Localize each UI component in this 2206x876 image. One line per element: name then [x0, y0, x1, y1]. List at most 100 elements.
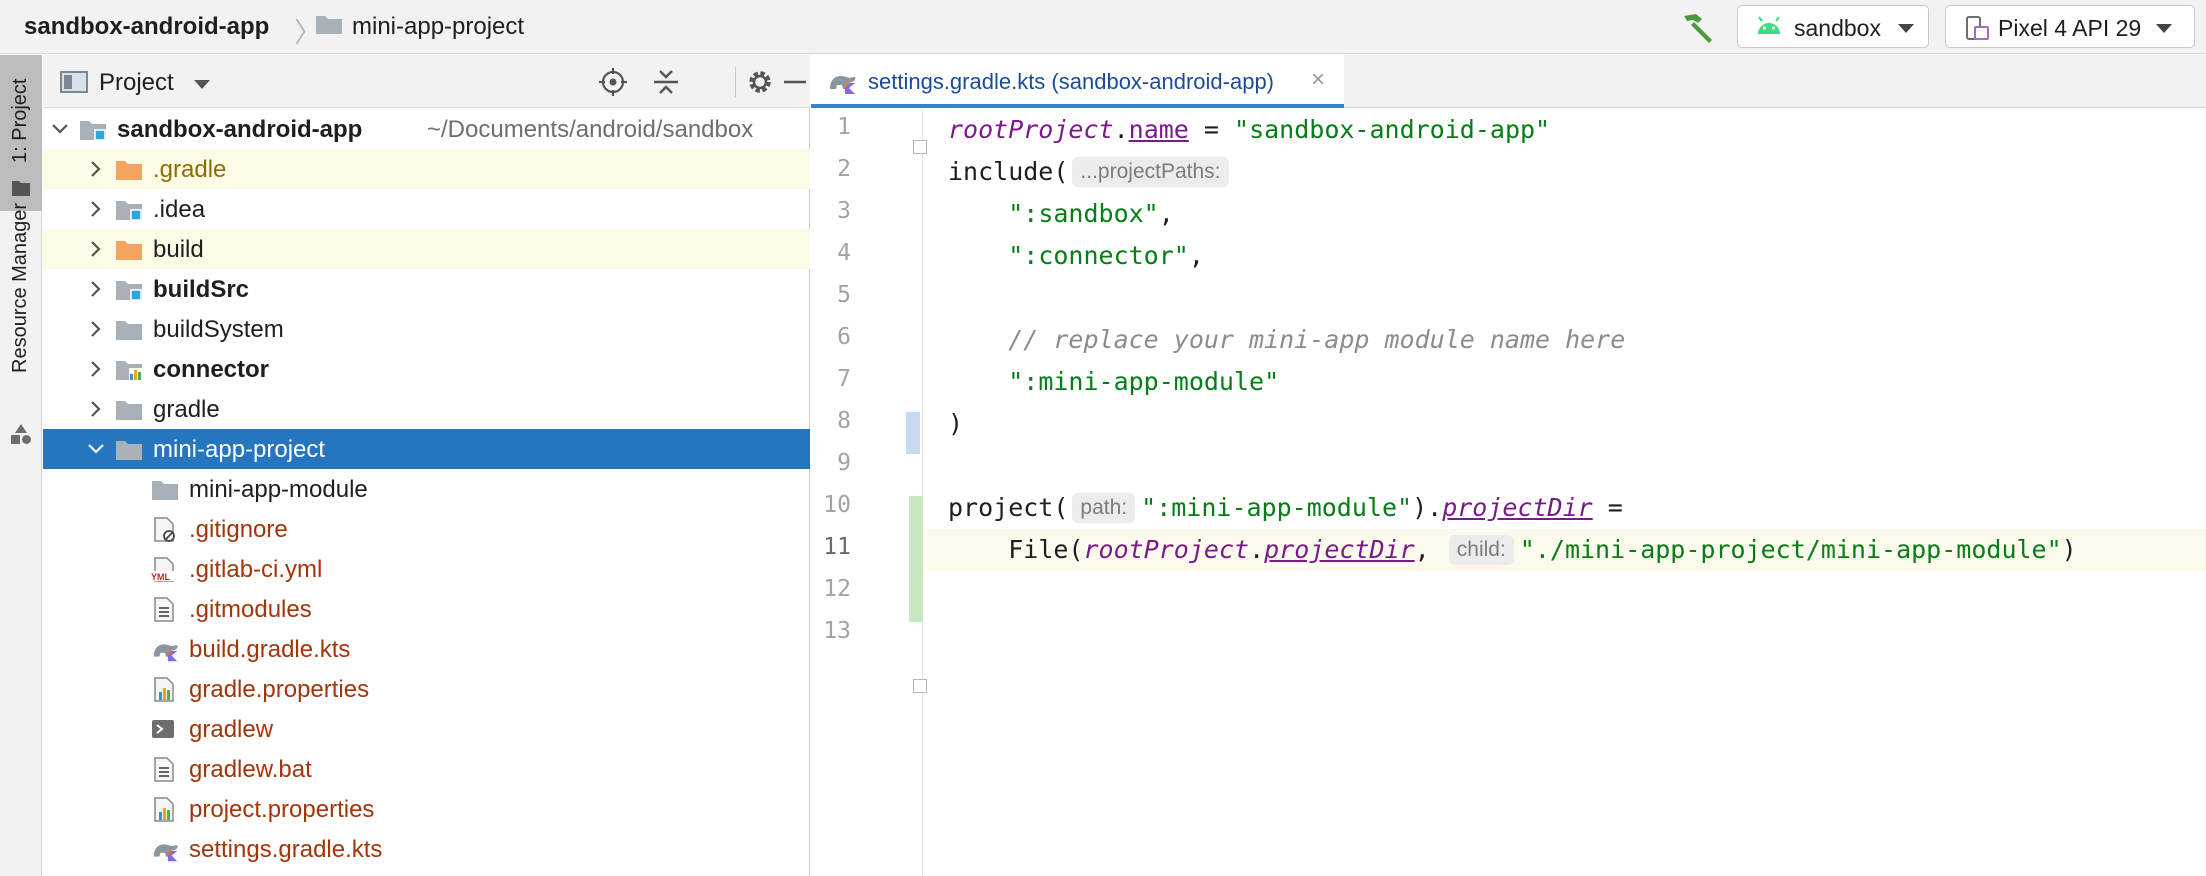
change-marker-added[interactable] — [909, 496, 923, 622]
line-number: 13 — [823, 618, 851, 644]
file-properties-icon — [151, 677, 175, 708]
change-marker-modified[interactable] — [906, 412, 920, 454]
tree-item-gitmodules[interactable]: .gitmodules — [43, 589, 810, 629]
code-token: "sandbox-android-app" — [1234, 115, 1551, 144]
line-number: 7 — [837, 366, 851, 392]
tree-item-settings-gradle-kts[interactable]: settings.gradle.kts — [43, 829, 810, 869]
project-tool-window-button[interactable]: 1: Project — [0, 55, 42, 211]
chevron-down-icon[interactable] — [87, 440, 105, 458]
code-line-4: ":connector", — [924, 235, 2206, 277]
folder-gray-icon — [151, 477, 179, 506]
chevron-down-icon[interactable] — [51, 120, 69, 138]
device-dropdown[interactable]: Pixel 4 API 29 — [1945, 5, 2195, 48]
code-token: include( — [948, 157, 1069, 186]
close-icon[interactable]: × — [1311, 66, 1325, 94]
project-view-title[interactable]: Project — [99, 69, 174, 97]
code-area[interactable]: rootProject.name = "sandbox-android-app"… — [924, 109, 2206, 876]
chevron-right-icon[interactable] — [87, 200, 105, 218]
tree-item-label: buildSrc — [153, 276, 250, 303]
tree-item-project-properties[interactable]: project.properties — [43, 789, 810, 829]
code-token: ) — [948, 409, 964, 438]
hide-panel-icon[interactable] — [783, 67, 807, 97]
editor-tab-settings-gradle[interactable]: settings.gradle.kts (sandbox-android-app… — [811, 55, 1344, 108]
tree-item-buildsystem[interactable]: buildSystem — [43, 309, 810, 349]
tree-item-label: gradle.properties — [189, 676, 370, 703]
code-token: projectDir — [1264, 535, 1415, 564]
folder-gray-icon — [115, 397, 143, 426]
code-token: , — [1414, 535, 1430, 564]
build-hammer-icon[interactable] — [1680, 10, 1716, 44]
code-token: = — [1592, 493, 1623, 522]
code-line-7: ":mini-app-module" — [924, 361, 2206, 403]
run-configuration-dropdown[interactable]: sandbox — [1737, 5, 1929, 48]
file-yml-icon: YML — [151, 557, 175, 588]
tree-item-label: gradlew.bat — [189, 756, 312, 783]
chevron-right-icon[interactable] — [87, 320, 105, 338]
tree-item-build-gradle-kts[interactable]: build.gradle.kts — [43, 629, 810, 669]
tree-item-idea[interactable]: .idea — [43, 189, 810, 229]
code-line-10: project(path: ":mini-app-module").project… — [924, 487, 2206, 529]
tree-item-label: .gradle — [153, 156, 227, 183]
resource-manager-button[interactable]: Resource Manager — [0, 203, 42, 455]
code-line-2: include(...projectPaths: — [924, 151, 2206, 193]
breadcrumb-child[interactable]: mini-app-project — [352, 13, 524, 41]
chevron-right-icon[interactable] — [87, 160, 105, 178]
folder-orange-icon — [115, 157, 143, 186]
chevron-right-icon[interactable] — [87, 280, 105, 298]
parameter-hint: ...projectPaths: — [1072, 157, 1229, 187]
folder-gray-icon — [115, 437, 143, 466]
tree-item-label: mini-app-project — [153, 436, 326, 463]
chevron-right-icon[interactable] — [87, 360, 105, 378]
folder-orange-icon — [115, 237, 143, 266]
breadcrumb-root[interactable]: sandbox-android-app — [24, 13, 269, 41]
file-properties-icon — [151, 797, 175, 828]
tree-item-mini-app-project[interactable]: mini-app-project — [43, 429, 810, 469]
editor-tab-label: settings.gradle.kts (sandbox-android-app… — [868, 69, 1275, 94]
folder-module-icon — [115, 357, 143, 386]
line-number: 6 — [837, 324, 851, 350]
code-line-8: ) — [924, 403, 2206, 445]
tree-item-label: settings.gradle.kts — [189, 836, 383, 863]
project-panel-header: Project — [43, 55, 810, 108]
tree-item-build[interactable]: build — [43, 229, 810, 269]
tree-item-gradlew-bat[interactable]: gradlew.bat — [43, 749, 810, 789]
file-gradle-icon — [151, 837, 181, 868]
tree-item-gitignore[interactable]: .gitignore — [43, 509, 810, 549]
code-token: = — [1188, 115, 1235, 144]
line-number: 12 — [823, 576, 851, 602]
tree-item-gradle-properties[interactable]: gradle.properties — [43, 669, 810, 709]
tree-item-gradle[interactable]: .gradle — [43, 149, 810, 189]
collapse-all-icon[interactable] — [651, 67, 681, 97]
tree-item-mini-app-module[interactable]: mini-app-module — [43, 469, 810, 509]
tree-item-label: gradlew — [189, 716, 274, 743]
code-comment: // replace your mini-app module name her… — [1008, 325, 1626, 354]
tree-item-gradle[interactable]: gradle — [43, 389, 810, 429]
chevron-down-icon[interactable] — [194, 80, 210, 89]
tree-item-label: gradle — [153, 396, 220, 423]
file-text-icon — [151, 597, 175, 628]
code-token: "./mini-app-project/mini-app-module" — [1519, 535, 2062, 564]
gradle-kts-file-icon — [830, 76, 856, 94]
code-token: rootProject — [948, 115, 1114, 144]
gear-icon[interactable] — [745, 67, 775, 97]
tree-item-label: .idea — [153, 196, 206, 223]
android-icon — [1758, 16, 1780, 34]
line-number: 1 — [837, 114, 851, 140]
line-number: 11 — [823, 534, 851, 560]
locate-icon[interactable] — [598, 67, 628, 97]
tree-item-gitlab-ci-yml[interactable]: YML .gitlab-ci.yml — [43, 549, 810, 589]
line-number: 2 — [837, 156, 851, 182]
tree-root-row[interactable]: sandbox-android-app ~/Documents/android/s… — [43, 109, 810, 149]
tree-item-connector[interactable]: connector — [43, 349, 810, 389]
line-number: 3 — [837, 198, 851, 224]
chevron-right-icon[interactable] — [87, 240, 105, 258]
chevron-right-icon[interactable] — [87, 400, 105, 418]
device-label: Pixel 4 API 29 — [1998, 15, 2142, 41]
tree-item-label: .gitlab-ci.yml — [189, 556, 323, 583]
code-token: ) — [2061, 535, 2077, 564]
tree-item-buildsrc[interactable]: buildSrc — [43, 269, 810, 309]
file-shell-icon — [151, 717, 175, 746]
code-token: projectDir — [1442, 493, 1593, 522]
tree-item-gradlew[interactable]: gradlew — [43, 709, 810, 749]
